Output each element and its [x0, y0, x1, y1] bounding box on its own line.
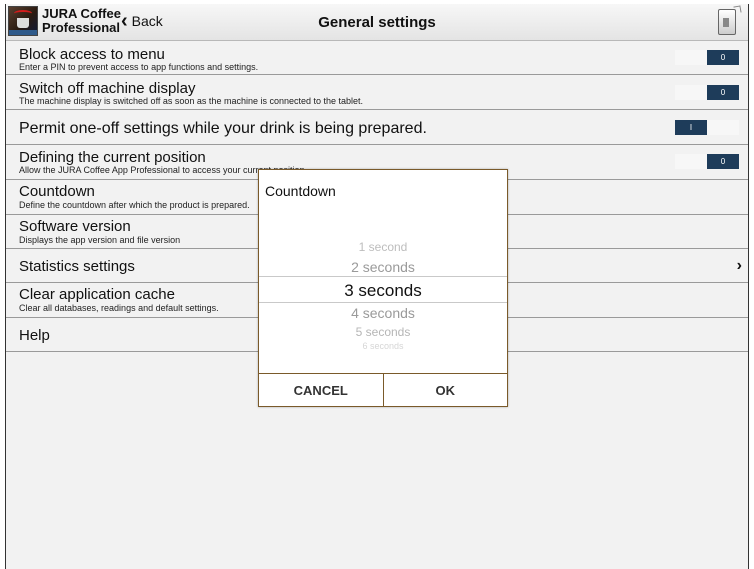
- setting-title: Switch off machine display: [19, 80, 196, 97]
- setting-title: Defining the current position: [19, 149, 206, 166]
- setting-title: Statistics settings: [19, 258, 135, 275]
- ok-button[interactable]: OK: [382, 374, 508, 406]
- countdown-dialog: Countdown 1 second 2 seconds 3 seconds 4…: [258, 169, 508, 407]
- block-access-toggle[interactable]: 0: [675, 50, 739, 65]
- setting-subtitle: Displays the app version and file versio…: [19, 235, 181, 245]
- setting-title: Help: [19, 327, 50, 344]
- dialog-button-bar: CANCEL OK: [259, 373, 507, 406]
- toggle-state: I: [675, 120, 707, 135]
- picker-option[interactable]: 4 seconds: [259, 305, 507, 321]
- picker-option[interactable]: 6 seconds: [259, 341, 507, 349]
- switch-off-display-toggle[interactable]: 0: [675, 85, 739, 100]
- toggle-state: 0: [707, 154, 739, 169]
- setting-row-switch-off-display[interactable]: Switch off machine display The machine d…: [6, 75, 748, 110]
- toggle-state: 0: [707, 85, 739, 100]
- coffee-machine-icon[interactable]: [718, 5, 742, 35]
- picker-option-selected[interactable]: 3 seconds: [259, 281, 507, 301]
- countdown-picker[interactable]: 1 second 2 seconds 3 seconds 4 seconds 5…: [259, 230, 507, 354]
- picker-selection-line-bottom: [259, 302, 507, 303]
- toggle-state: 0: [707, 50, 739, 65]
- setting-subtitle: Enter a PIN to prevent access to app fun…: [19, 62, 259, 72]
- page-title: General settings: [318, 14, 436, 31]
- setting-title: Clear application cache: [19, 286, 175, 303]
- current-position-toggle[interactable]: 0: [675, 154, 739, 169]
- top-bar: JURA Coffee Professional ‹ Back General …: [6, 4, 748, 41]
- setting-title: Block access to menu: [19, 46, 165, 63]
- setting-subtitle: Define the countdown after which the pro…: [19, 200, 250, 210]
- dialog-title: Countdown: [265, 183, 336, 199]
- setting-row-block-access[interactable]: Block access to menu Enter a PIN to prev…: [6, 40, 748, 75]
- setting-title: Countdown: [19, 183, 95, 200]
- picker-option[interactable]: 5 seconds: [259, 325, 507, 339]
- picker-option[interactable]: 1 second: [259, 240, 507, 254]
- cancel-button[interactable]: CANCEL: [259, 374, 383, 406]
- setting-row-permit-one-off[interactable]: Permit one-off settings while your drink…: [6, 110, 748, 145]
- setting-title: Permit one-off settings while your drink…: [19, 120, 427, 137]
- picker-option[interactable]: 2 seconds: [259, 259, 507, 275]
- setting-title: Software version: [19, 218, 131, 235]
- chevron-right-icon: ›: [736, 257, 742, 274]
- setting-subtitle: The machine display is switched off as s…: [19, 96, 364, 106]
- picker-selection-line-top: [259, 276, 507, 277]
- permit-one-off-toggle[interactable]: I: [675, 120, 739, 135]
- setting-subtitle: Clear all databases, readings and defaul…: [19, 303, 219, 313]
